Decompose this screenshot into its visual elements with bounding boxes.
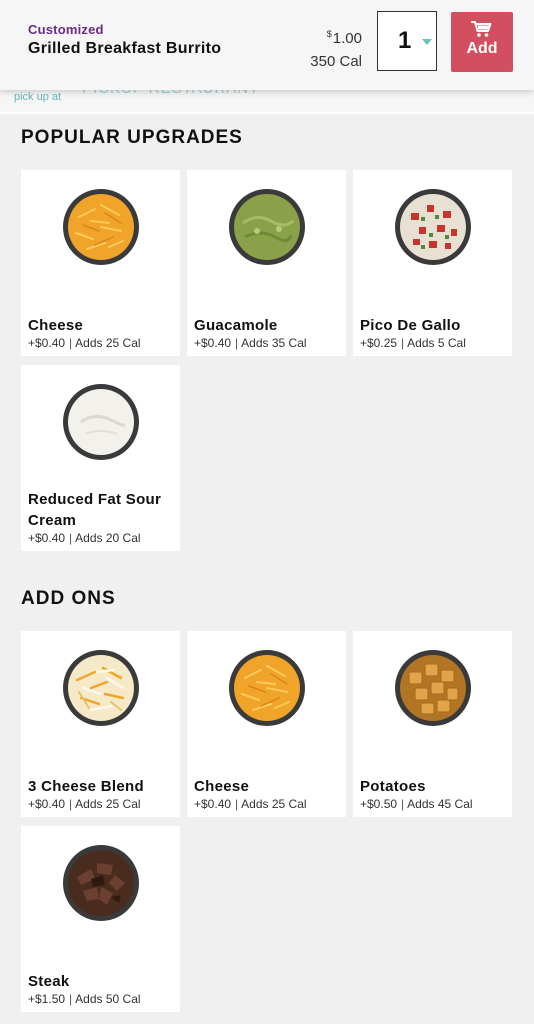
item-price-calories: +$0.40 | Adds 20 Cal: [28, 531, 141, 545]
item-calories: Adds 25 Cal: [75, 336, 141, 350]
item-calories: Adds 20 Cal: [75, 531, 141, 545]
pico-de-gallo-icon: [395, 189, 471, 265]
customized-label: Customized: [28, 22, 104, 37]
shredded-cheese-icon: [63, 189, 139, 265]
item-calories: Adds 50 Cal: [75, 992, 141, 1006]
section-title-add-ons: ADD ONS: [21, 588, 116, 609]
upgrade-card-reduced-fat-sour-cream[interactable]: Reduced Fat Sour Cream +$0.40 | Adds 20 Ca…: [21, 365, 180, 551]
steak-icon: [63, 845, 139, 921]
item-price: +$0.40: [28, 531, 66, 545]
item-price-calories: +$0.40 | Adds 25 Cal: [28, 797, 141, 811]
item-price-calories: +$0.50 | Adds 45 Cal: [360, 797, 473, 811]
item-name: Potatoes: [360, 778, 426, 795]
item-name: Reduced Fat Sour Cream: [28, 491, 162, 529]
item-price: +$1.50: [28, 992, 66, 1006]
addon-card-steak[interactable]: Steak +$1.50 | Adds 50 Cal: [21, 826, 180, 1012]
item-price-calories: +$0.40 | Adds 25 Cal: [28, 336, 141, 350]
cart-icon: [471, 21, 492, 37]
three-cheese-blend-icon: [63, 650, 139, 726]
add-button-label: Add: [466, 40, 498, 57]
item-header: Customized Grilled Breakfast Burrito $1.…: [0, 0, 534, 90]
item-price: +$0.40: [28, 797, 66, 811]
item-calories: Adds 25 Cal: [241, 797, 307, 811]
item-price: +$0.40: [194, 336, 232, 350]
upgrade-card-guacamole[interactable]: Guacamole +$0.40 | Adds 35 Cal: [187, 170, 346, 356]
guacamole-icon: [229, 189, 305, 265]
addon-card-potatoes[interactable]: Potatoes +$0.50 | Adds 45 Cal: [353, 631, 512, 817]
item-calories: Adds 25 Cal: [75, 797, 141, 811]
price-block: $1.00 350 Cal: [310, 25, 362, 70]
upgrade-card-cheese[interactable]: Cheese +$0.40 | Adds 25 Cal: [21, 170, 180, 356]
item-calories: Adds 45 Cal: [407, 797, 473, 811]
item-calories: Adds 5 Cal: [407, 336, 466, 350]
item-price: +$0.25: [360, 336, 398, 350]
item-name: Pico De Gallo: [360, 317, 461, 334]
section-title-popular-upgrades: POPULAR UPGRADES: [21, 127, 243, 148]
potatoes-icon: [395, 650, 471, 726]
item-calories: Adds 35 Cal: [241, 336, 307, 350]
item-price: +$0.40: [194, 797, 232, 811]
item-name: Steak: [28, 973, 70, 990]
addon-card-3-cheese-blend[interactable]: 3 Cheese Blend +$0.40 | Adds 25 Cal: [21, 631, 180, 817]
upgrade-card-pico-de-gallo[interactable]: Pico De Gallo +$0.25 | Adds 5 Cal: [353, 170, 512, 356]
item-name: Cheese: [28, 317, 84, 334]
item-title-block: Customized Grilled Breakfast Burrito: [28, 22, 221, 58]
item-name: Cheese: [194, 778, 250, 795]
chevron-down-icon: [422, 39, 432, 45]
add-to-cart-button[interactable]: Add: [451, 12, 513, 72]
item-price: +$0.50: [360, 797, 398, 811]
pickup-label: pick up at: [14, 91, 62, 103]
quantity-select[interactable]: 1: [377, 11, 437, 71]
price-currency: $: [326, 29, 332, 39]
item-name: 3 Cheese Blend: [28, 778, 144, 795]
item-price: $1.00: [310, 25, 362, 48]
item-name: Grilled Breakfast Burrito: [28, 40, 222, 57]
item-calories: 350 Cal: [310, 53, 362, 70]
item-price-calories: +$0.40 | Adds 35 Cal: [194, 336, 307, 350]
item-price: +$0.40: [28, 336, 66, 350]
item-name: Guacamole: [194, 317, 278, 334]
shredded-cheese-icon: [229, 650, 305, 726]
item-price-calories: +$0.25 | Adds 5 Cal: [360, 336, 466, 350]
price-value: 1.00: [332, 30, 362, 47]
item-price-calories: +$1.50 | Adds 50 Cal: [28, 992, 141, 1006]
quantity-value: 1: [398, 27, 412, 54]
addon-card-cheese[interactable]: Cheese +$0.40 | Adds 25 Cal: [187, 631, 346, 817]
sour-cream-icon: [63, 384, 139, 460]
item-price-calories: +$0.40 | Adds 25 Cal: [194, 797, 307, 811]
